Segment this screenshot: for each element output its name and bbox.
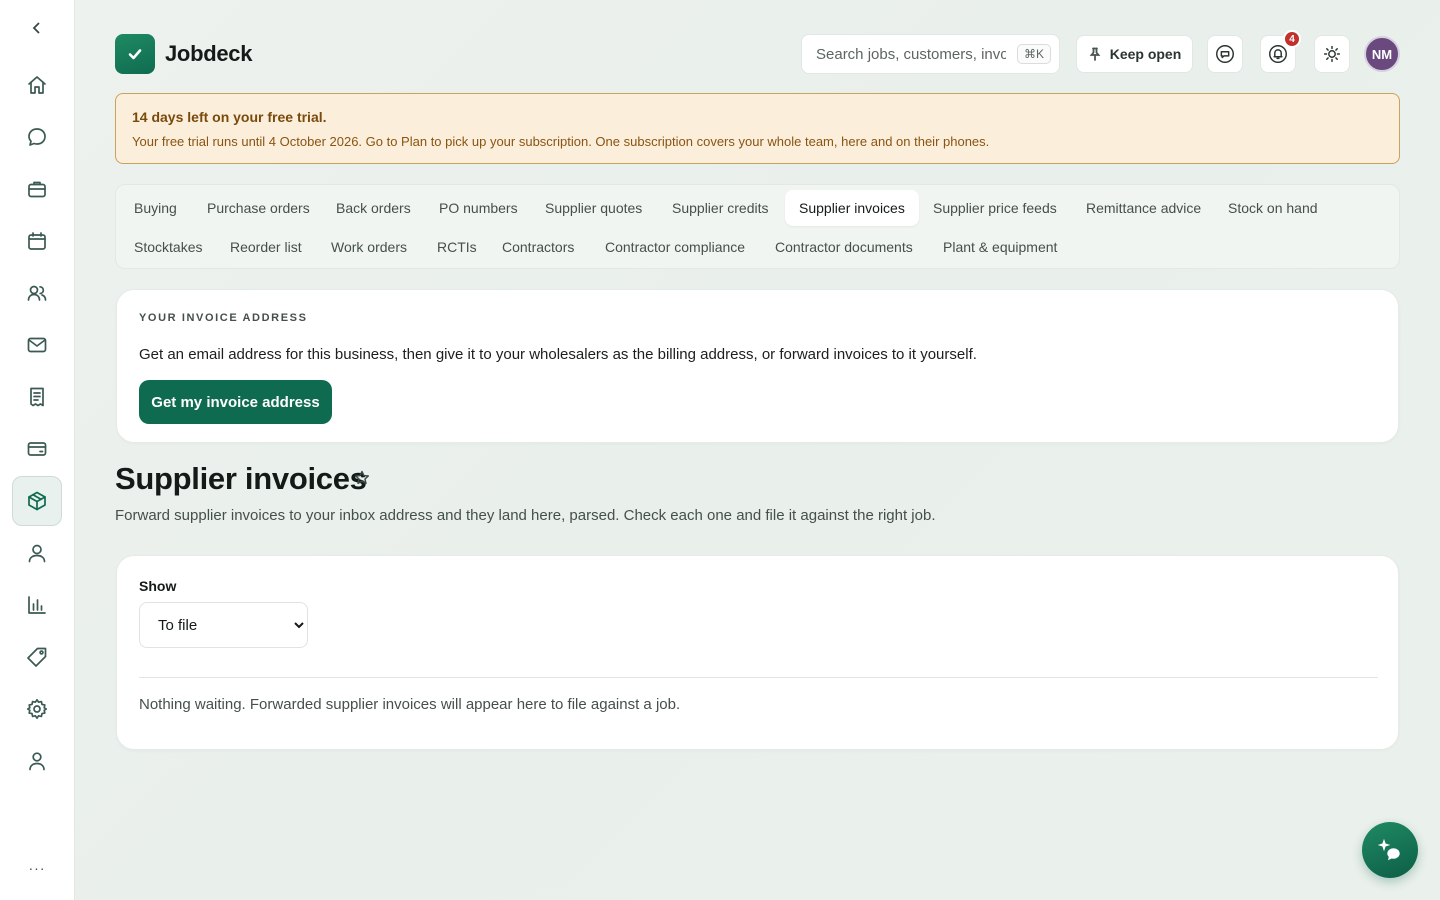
users-icon bbox=[27, 285, 47, 301]
calendar-icon bbox=[28, 232, 46, 250]
sidebar-item-jobs[interactable] bbox=[12, 164, 62, 214]
sidebar-item-settings[interactable] bbox=[12, 684, 62, 734]
sidebar-item-payments[interactable] bbox=[12, 424, 62, 474]
sidebar-item-account[interactable] bbox=[12, 736, 62, 786]
mail-icon bbox=[27, 337, 47, 353]
tag-icon bbox=[27, 647, 47, 667]
star-icon bbox=[354, 470, 370, 485]
sidebar-item-invoices[interactable] bbox=[12, 372, 62, 422]
messages-button[interactable] bbox=[1207, 35, 1243, 73]
receipt-icon bbox=[30, 387, 44, 407]
search-input[interactable] bbox=[816, 45, 1006, 63]
invoice-address-description: Get an email address for this business, … bbox=[139, 346, 977, 363]
tab-rctis[interactable]: RCTIs bbox=[423, 229, 491, 265]
briefcase-icon bbox=[28, 181, 46, 198]
pin-icon bbox=[1089, 47, 1101, 61]
sidebar-item-messages[interactable] bbox=[12, 112, 62, 162]
tab-back-orders[interactable]: Back orders bbox=[322, 190, 425, 226]
tab-buying[interactable]: Buying bbox=[120, 190, 191, 226]
bar-chart-icon bbox=[28, 596, 46, 614]
tab-plant-equipment[interactable]: Plant & equipment bbox=[929, 229, 1071, 265]
sidebar-item-home[interactable] bbox=[12, 60, 62, 110]
tab-purchase-orders[interactable]: Purchase orders bbox=[193, 190, 324, 226]
assistant-fab-button[interactable] bbox=[1362, 822, 1418, 878]
profile-icon bbox=[29, 752, 45, 771]
favourite-star-button[interactable] bbox=[353, 469, 373, 489]
tab-contractor-compliance[interactable]: Contractor compliance bbox=[591, 229, 759, 265]
tab-remittance-advice[interactable]: Remittance advice bbox=[1072, 190, 1215, 226]
sparkle-chat-icon bbox=[1377, 838, 1400, 861]
brand-name: Jobdeck bbox=[165, 41, 253, 66]
divider bbox=[139, 677, 1378, 678]
keep-open-label: Keep open bbox=[1109, 46, 1182, 62]
invoice-address-card: YOUR INVOICE ADDRESS Get an email addres… bbox=[116, 289, 1399, 443]
check-logo-icon bbox=[128, 49, 142, 60]
empty-state-text: Nothing waiting. Forwarded supplier invo… bbox=[139, 696, 681, 713]
notifications-count-badge: 4 bbox=[1283, 30, 1301, 48]
wallet-icon bbox=[27, 442, 47, 456]
tab-work-orders[interactable]: Work orders bbox=[317, 229, 421, 265]
tab-contractor-documents[interactable]: Contractor documents bbox=[761, 229, 927, 265]
gear-icon bbox=[26, 698, 48, 720]
tab-stock-on-hand[interactable]: Stock on hand bbox=[1214, 190, 1332, 226]
sidebar: ··· bbox=[0, 0, 75, 900]
tab-supplier-credits[interactable]: Supplier credits bbox=[658, 190, 783, 226]
sidebar-item-pricing[interactable] bbox=[12, 632, 62, 682]
sidebar-item-staff[interactable] bbox=[12, 528, 62, 578]
sun-icon bbox=[1323, 45, 1341, 63]
brand-logo[interactable] bbox=[115, 34, 155, 74]
keep-open-button[interactable]: Keep open bbox=[1076, 35, 1193, 73]
trial-banner: 14 days left on your free trial. Your fr… bbox=[115, 93, 1400, 164]
tab-supplier-invoices[interactable]: Supplier invoices bbox=[785, 190, 919, 226]
show-filter-select[interactable]: To file bbox=[139, 602, 308, 648]
tab-contractors[interactable]: Contractors bbox=[488, 229, 588, 265]
show-filter-label: Show bbox=[139, 578, 177, 594]
chevron-left-icon bbox=[32, 22, 40, 34]
box-icon bbox=[28, 491, 46, 511]
tab-reorder-list[interactable]: Reorder list bbox=[216, 229, 316, 265]
sidebar-item-customers[interactable] bbox=[12, 268, 62, 318]
user-avatar[interactable]: NM bbox=[1364, 36, 1400, 72]
tab-po-numbers[interactable]: PO numbers bbox=[425, 190, 532, 226]
chat-icon bbox=[28, 128, 46, 146]
tab-supplier-quotes[interactable]: Supplier quotes bbox=[531, 190, 656, 226]
page-subtitle: Forward supplier invoices to your inbox … bbox=[115, 507, 936, 524]
sidebar-item-mail[interactable] bbox=[12, 320, 62, 370]
get-invoice-address-button[interactable]: Get my invoice address bbox=[139, 380, 332, 424]
home-icon bbox=[28, 76, 46, 94]
collapse-sidebar-button[interactable] bbox=[25, 16, 49, 40]
invoice-address-eyebrow: YOUR INVOICE ADDRESS bbox=[139, 312, 308, 324]
buying-tabs: Buying Purchase orders Back orders PO nu… bbox=[115, 184, 1400, 269]
bell-icon bbox=[1269, 45, 1287, 63]
sidebar-more-button[interactable]: ··· bbox=[22, 860, 52, 884]
trial-text: Your free trial runs until 4 October 202… bbox=[132, 134, 990, 149]
search-shortcut-hint: ⌘K bbox=[1016, 44, 1051, 64]
chat-bubble-icon bbox=[1216, 45, 1234, 63]
trial-title: 14 days left on your free trial. bbox=[132, 109, 327, 125]
notifications-button[interactable]: 4 bbox=[1260, 30, 1301, 73]
tab-stocktakes[interactable]: Stocktakes bbox=[120, 229, 216, 265]
theme-toggle-button[interactable] bbox=[1314, 35, 1350, 73]
person-icon bbox=[28, 544, 46, 563]
page-title: Supplier invoices bbox=[115, 461, 367, 496]
sidebar-item-calendar[interactable] bbox=[12, 216, 62, 266]
global-search[interactable]: ⌘K bbox=[801, 34, 1060, 74]
supplier-invoices-list-card: Show To file Nothing waiting. Forwarded … bbox=[116, 555, 1399, 750]
sidebar-item-reports[interactable] bbox=[12, 580, 62, 630]
tab-supplier-price-feeds[interactable]: Supplier price feeds bbox=[919, 190, 1071, 226]
sidebar-item-buying[interactable] bbox=[12, 476, 62, 526]
